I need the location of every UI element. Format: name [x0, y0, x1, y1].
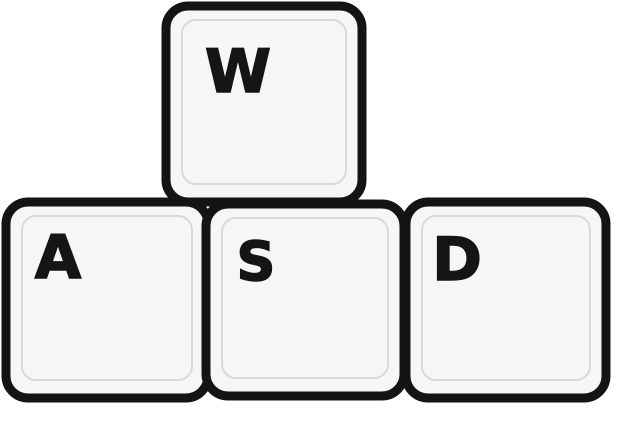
w-key[interactable]: W: [161, 1, 367, 207]
s-key-label: S: [237, 230, 276, 293]
w-key-label: W: [205, 37, 271, 107]
keycaps-drawing: W A S D: [1, 1, 611, 403]
d-key[interactable]: D: [401, 197, 611, 403]
a-key[interactable]: A: [1, 197, 213, 403]
s-key[interactable]: S: [201, 199, 409, 401]
a-key-label: A: [35, 223, 82, 293]
wasd-keys-illustration: W A S D: [0, 0, 618, 424]
d-key-label: D: [432, 225, 482, 295]
